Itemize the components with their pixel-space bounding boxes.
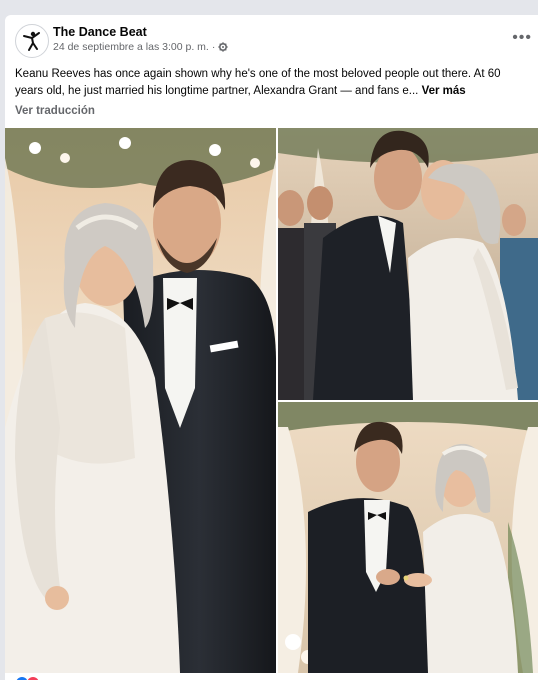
- wedding-kiss-photo[interactable]: [278, 128, 538, 400]
- page-name-link[interactable]: The Dance Beat: [53, 25, 147, 39]
- post-timestamp[interactable]: 24 de septiembre a las 3:00 p. m.: [53, 41, 209, 53]
- post-card: The Dance Beat 24 de septiembre a las 3:…: [5, 15, 538, 680]
- more-options-icon[interactable]: •••: [512, 29, 532, 47]
- post-text: Keanu Reeves has once again shown why he…: [15, 66, 530, 99]
- see-translation-link[interactable]: Ver traducción: [15, 105, 95, 117]
- dancer-logo-icon: [23, 31, 40, 51]
- ring-exchange-photo[interactable]: [278, 402, 538, 673]
- love-reaction-icon: [26, 676, 40, 680]
- wedding-portrait-photo[interactable]: [5, 128, 276, 673]
- post-meta: 24 de septiembre a las 3:00 p. m. ·: [53, 41, 229, 53]
- reaction-icons[interactable]: [15, 676, 40, 680]
- see-more-link[interactable]: Ver más: [422, 85, 466, 97]
- meta-separator: ·: [211, 41, 216, 53]
- gear-icon[interactable]: [218, 42, 229, 52]
- page-avatar[interactable]: [15, 24, 49, 58]
